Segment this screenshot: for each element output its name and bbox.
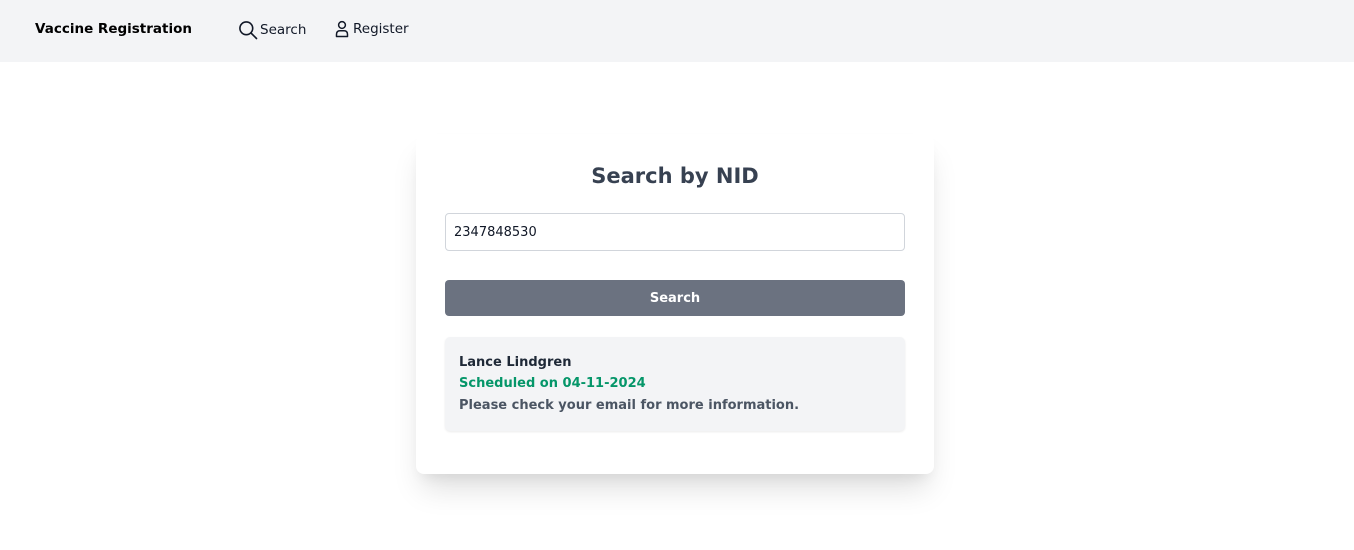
result-note: Please check your email for more informa…	[459, 398, 800, 413]
result-panel: Lance Lindgren Scheduled on 04-11-2024 P…	[445, 337, 905, 431]
card-title: Search by NID	[591, 164, 759, 188]
top-navbar: Vaccine Registration Search Register	[0, 0, 1354, 62]
search-button[interactable]: Search	[445, 280, 905, 316]
nav-link-register[interactable]: Register	[335, 20, 409, 38]
result-name: Lance Lindgren	[459, 355, 572, 370]
search-icon	[238, 20, 258, 40]
nav-link-search[interactable]: Search	[238, 20, 306, 40]
user-icon	[335, 20, 349, 38]
nav-link-search-label: Search	[260, 22, 307, 38]
nav-link-register-label: Register	[353, 21, 409, 37]
nid-input[interactable]	[445, 213, 905, 251]
search-card: Search by NID Search Lance Lindgren Sche…	[416, 134, 934, 474]
result-status: Scheduled on 04-11-2024	[459, 376, 646, 391]
brand-title[interactable]: Vaccine Registration	[35, 21, 192, 37]
